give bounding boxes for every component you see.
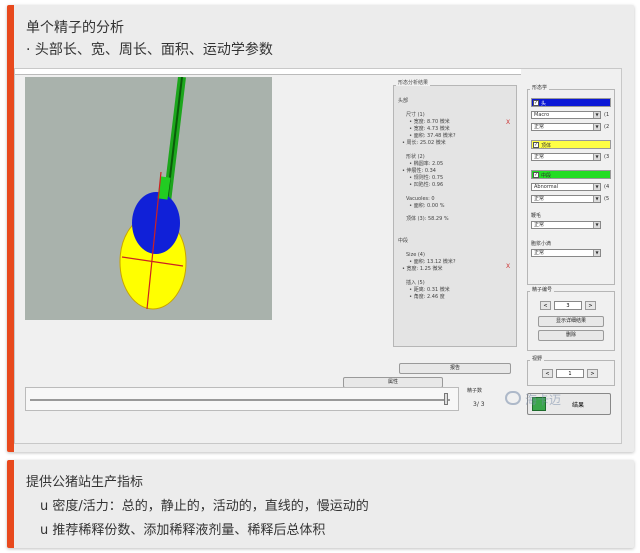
watermark-text: 海卡迈: [525, 393, 562, 407]
head-checkbox[interactable]: ✓ 头: [531, 98, 611, 107]
prev-sperm-button[interactable]: <: [540, 301, 551, 310]
tail-label: 鞭毛: [531, 213, 542, 219]
result-line: • 角度: 2.46 度: [406, 294, 445, 300]
card-title: 单个精子的分析: [26, 20, 124, 36]
bottom-card: 提供公猪站生产指标 u 密度/活力：总的，静止的，活动的，直线的，慢运动的 u …: [7, 460, 634, 548]
result-line: Size (4): [406, 252, 425, 258]
sperm-count-label: 精子数: [467, 388, 483, 394]
report-button[interactable]: 报告: [399, 363, 511, 374]
result-line: • 宽度: 4.73 微米: [406, 126, 450, 132]
acrosome-check-icon: ✓: [533, 142, 539, 148]
result-line-midpiece: 中段: [398, 238, 409, 244]
morphology-results-group: 形态分析结果 头部 尺寸 (1) • 宽度: 8.70 微米 • 宽度: 4.7…: [393, 80, 517, 347]
midpiece-check-label: 中段: [541, 173, 552, 179]
midpiece-size-select[interactable]: Abnormal ▼: [531, 183, 601, 191]
casa-software-window: 形态分析结果 头部 尺寸 (1) • 宽度: 8.70 微米 • 宽度: 4.7…: [14, 68, 622, 444]
param-index: (3: [604, 154, 610, 160]
chevron-down-icon: ▼: [593, 222, 600, 228]
sperm-image-view[interactable]: [25, 77, 272, 320]
result-line: • 椭圆率: 2.05: [406, 161, 444, 167]
prev-field-button[interactable]: <: [542, 369, 553, 378]
save-label: 结果: [572, 402, 585, 409]
field-title: 视野: [530, 355, 545, 362]
sperm-number-field[interactable]: 3: [554, 301, 582, 310]
result-line: • 面积: 37.48 微米?: [406, 133, 456, 139]
delete-button[interactable]: 删除: [538, 330, 604, 341]
result-line: • 伸展性: 0.34: [402, 168, 436, 174]
result-line: • 宽度: 8.70 微米: [406, 119, 450, 125]
head-check-label: 头: [541, 101, 547, 107]
select-value: Macro: [534, 112, 550, 118]
card-subtitle: · 头部长、宽、周长、面积、运动学参数: [26, 42, 273, 58]
chevron-down-icon: ▼: [593, 184, 600, 190]
param-index: (4: [604, 184, 610, 190]
midpiece-checkbox[interactable]: ✓ 中段: [531, 170, 611, 179]
result-line: Vacuoles: 0: [406, 196, 435, 202]
field-number-field[interactable]: 1: [556, 369, 584, 378]
kinematics-group: 形态学 ✓ 头 Macro ▼ (1 正常 ▼ (2 ✓ 顶体 正常 ▼ (3 …: [527, 84, 615, 285]
insertion-select[interactable]: 正常 ▼: [531, 195, 601, 203]
result-line: • 宽度: 1.25 微米: [402, 266, 443, 272]
droplet-select[interactable]: 正常 ▼: [531, 249, 601, 257]
result-line: • 规则性: 0.75: [406, 175, 444, 181]
sperm-number-spinner: < 3 >: [540, 301, 596, 310]
results-title: 形态分析结果: [396, 80, 431, 86]
result-line: • 距离: 0.31 微米: [406, 287, 450, 293]
chevron-down-icon: ▼: [593, 250, 600, 256]
select-value: 正常: [534, 250, 545, 256]
kinematics-title: 形态学: [530, 84, 550, 91]
wechat-icon: [505, 391, 521, 405]
chevron-down-icon: ▼: [593, 124, 600, 130]
sperm-number-group: 精子编号 < 3 > 显示详细结果 删除: [527, 286, 615, 351]
result-line: 尺寸 (1): [406, 112, 425, 118]
head-shape-select[interactable]: 正常 ▼: [531, 123, 601, 131]
select-value: Abnormal: [534, 184, 559, 190]
bottom-item-dilution: u 推荐稀释份数、添加稀释液剂量、稀释后总体积: [40, 523, 326, 538]
bottom-item-density: u 密度/活力：总的，静止的，活动的，直线的，慢运动的: [40, 499, 369, 514]
result-line: 形状 (2): [406, 154, 425, 160]
bottom-title: 提供公猪站生产指标: [26, 475, 144, 490]
tail-select[interactable]: 正常 ▼: [531, 221, 601, 229]
slider-thumb[interactable]: [444, 393, 448, 405]
size-flag-icon: X: [506, 119, 511, 126]
head-size-select[interactable]: Macro ▼: [531, 111, 601, 119]
slider-track: [30, 399, 450, 401]
midpiece-flag-icon: X: [506, 263, 511, 270]
top-toolbar-strip: [15, 69, 521, 75]
field-of-view-group: 视野 < 1 >: [527, 355, 615, 386]
result-line: 插入 (5): [406, 280, 425, 286]
midpiece-check-icon: ✓: [533, 172, 539, 178]
result-line: • 面积: 0.00 %: [406, 203, 445, 209]
next-sperm-button[interactable]: >: [585, 301, 596, 310]
acrosome-check-label: 顶体: [541, 143, 552, 149]
field-spinner: < 1 >: [542, 369, 598, 378]
param-index: (2: [604, 124, 610, 130]
result-line-head: 头部: [398, 98, 409, 104]
acrosome-select[interactable]: 正常 ▼: [531, 153, 601, 161]
sperm-count-value: 3/ 3: [473, 401, 485, 408]
sperm-slider[interactable]: [25, 387, 459, 411]
param-index: (1: [604, 112, 610, 118]
sperm-image: [25, 77, 272, 320]
select-value: 正常: [534, 222, 545, 228]
result-line: • 凹陷性: 0.96: [406, 182, 444, 188]
next-field-button[interactable]: >: [587, 369, 598, 378]
acrosome-checkbox[interactable]: ✓ 顶体: [531, 140, 611, 149]
show-details-button[interactable]: 显示详细结果: [538, 316, 604, 327]
droplet-label: 胞浆小滴: [531, 241, 552, 247]
result-line: • 周长: 25.02 微米: [402, 140, 446, 146]
result-line: 顶体 (3): 58.29 %: [406, 216, 449, 222]
chevron-down-icon: ▼: [593, 112, 600, 118]
select-value: 正常: [534, 196, 545, 202]
select-value: 正常: [534, 154, 545, 160]
result-line: • 面积: 13.12 微米?: [406, 259, 456, 265]
chevron-down-icon: ▼: [593, 154, 600, 160]
param-index: (5: [604, 196, 610, 202]
sperm-number-title: 精子编号: [530, 286, 555, 293]
chevron-down-icon: ▼: [593, 196, 600, 202]
select-value: 正常: [534, 124, 545, 130]
head-check-icon: ✓: [533, 100, 539, 106]
